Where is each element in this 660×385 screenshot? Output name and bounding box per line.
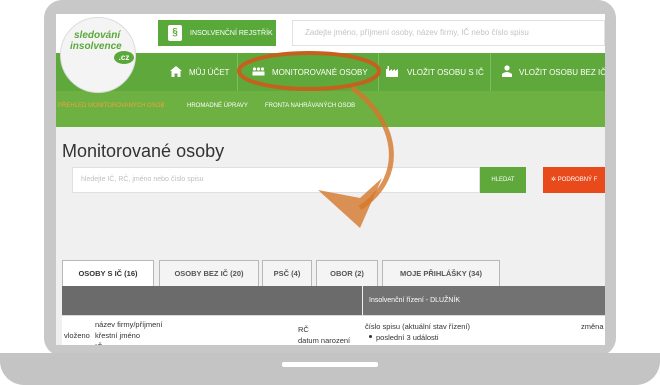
advanced-search-button[interactable]: ✲ PODROBNÝ F <box>543 167 605 193</box>
search-input[interactable]: hledejte IČ, RČ, jméno nebo číslo spisu <box>72 167 480 193</box>
gear-icon: ✲ <box>551 177 558 183</box>
tab-obor[interactable]: OBOR (2) <box>316 260 378 286</box>
laptop-base-slot <box>282 362 378 367</box>
col-inserted[interactable]: vloženo <box>64 330 90 341</box>
insolvency-registry-button[interactable]: § INSOLVENČNÍ REJSTŘÍK <box>158 20 276 46</box>
nav-monitored-persons-label: MONITOROVANÉ OSOBY <box>272 67 368 77</box>
logo-text-line2: insolvence <box>70 41 122 52</box>
nav-add-person-without-ic-label: VLOŽIT OSOBU BEZ IČ <box>519 67 605 77</box>
people-icon <box>252 66 265 78</box>
nav-my-account[interactable]: MŮJ ÚČET <box>170 53 229 91</box>
col-spis-bullet-text: poslední 3 události <box>376 333 439 342</box>
home-icon <box>170 65 182 79</box>
tab-my-applications[interactable]: MOJE PŘIHLÁŠKY (34) <box>382 260 500 286</box>
logo-text-line1: sledování <box>74 30 121 41</box>
subnav-bulk-edits[interactable]: HROMADNÉ ÚPRAVY <box>187 103 248 109</box>
tab-persons-with-ic[interactable]: OSOBY S IČ (16) <box>62 260 154 286</box>
search-button[interactable]: HLEDAT <box>480 167 526 193</box>
col-name-line1[interactable]: název firmy/příjmení <box>95 319 163 330</box>
insolvency-registry-label: INSOLVENČNÍ REJSTŘÍK <box>190 29 273 37</box>
col-rc-line2: datum narození <box>298 336 351 345</box>
nav-divider <box>378 53 379 91</box>
nav-monitored-persons[interactable]: MONITOROVANÉ OSOBY <box>252 53 368 91</box>
main-content: Monitorované osoby hledejte IČ, RČ, jmén… <box>56 127 605 345</box>
bullet-dot <box>369 335 372 338</box>
tab-persons-without-ic[interactable]: OSOBY BEZ IČ (20) <box>159 260 259 286</box>
logo-cz-badge: .cz <box>114 51 134 64</box>
subnav-overview[interactable]: PŘEHLED MONITOROVANÝCH OSOB <box>58 103 164 109</box>
col-name-line2: křestní jméno <box>95 331 141 340</box>
nav-add-person-without-ic[interactable]: VLOŽIT OSOBU BEZ IČ <box>502 53 605 91</box>
table-column-header-row: vloženo název firmy/příjmení křestní jmé… <box>62 315 605 345</box>
laptop-base <box>0 353 660 385</box>
site-logo[interactable]: sledování insolvence .cz <box>60 17 140 93</box>
nav-add-person-with-ic-label: VLOŽIT OSOBU S IČ <box>407 67 484 77</box>
subnav-upload-queue[interactable]: FRONTA NAHRÁVANÝCH OSOB <box>265 103 355 109</box>
table-group-header: Insolvenční řízení - DLUŽNÍK <box>363 286 605 315</box>
persons-table: Insolvenční řízení - DLUŽNÍK vloženo náz… <box>62 286 605 345</box>
top-search-input[interactable]: Zadejte jméno, příjmení osoby, název fir… <box>292 20 605 46</box>
advanced-search-label: PODROBNÝ F <box>557 177 598 183</box>
nav-add-person-with-ic[interactable]: VLOŽIT OSOBU S IČ <box>386 53 484 91</box>
tab-psc[interactable]: PSČ (4) <box>262 260 312 286</box>
sub-nav: PŘEHLED MONITOROVANÝCH OSOB HROMADNÉ ÚPR… <box>56 91 605 127</box>
col-spis-bullet: poslední 3 události <box>365 332 439 343</box>
factory-icon <box>386 65 400 79</box>
nav-my-account-label: MŮJ ÚČET <box>189 67 230 77</box>
col-change[interactable]: změna <box>581 321 604 332</box>
page-title: Monitorované osoby <box>62 141 225 161</box>
person-icon <box>502 65 512 79</box>
nav-divider <box>490 53 491 91</box>
table-header-blank <box>62 286 362 315</box>
laptop-screen: § INSOLVENČNÍ REJSTŘÍK Zadejte jméno, př… <box>56 14 605 345</box>
col-name-line3: IČ <box>95 341 103 345</box>
nav-divider <box>237 53 238 91</box>
col-rc-line1[interactable]: RČ <box>298 324 309 335</box>
paragraph-icon: § <box>168 25 182 41</box>
col-spis-line1[interactable]: číslo spisu (aktuální stav řízení) <box>365 321 470 332</box>
